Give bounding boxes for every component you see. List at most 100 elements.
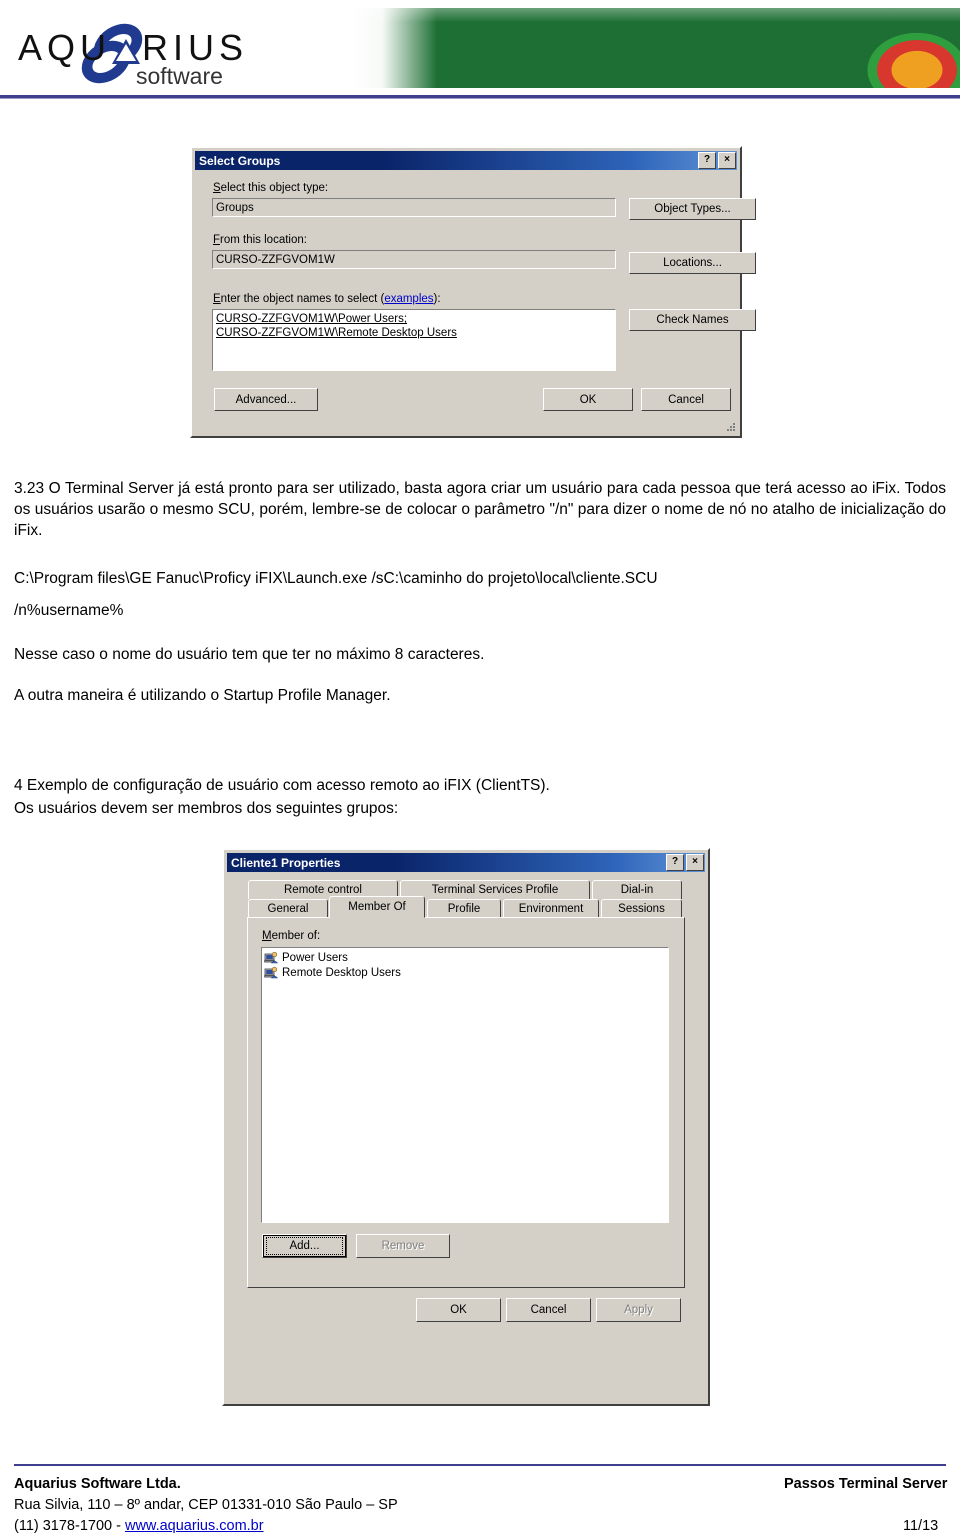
command-line-2: /n%username%	[14, 602, 124, 619]
advanced-button-label: Advanced...	[235, 393, 297, 406]
footer-doc-title: Passos Terminal Server	[784, 1476, 948, 1492]
tab-terminal-services-profile-label: Terminal Services Profile	[431, 884, 559, 896]
help-icon[interactable]: ?	[666, 854, 684, 871]
command-line-1: C:\Program files\GE Fanuc\Proficy iFIX\L…	[14, 570, 658, 587]
object-names-label-pre: nter the object names to select (	[220, 293, 385, 305]
member-of-label-rest: ember of:	[271, 930, 321, 942]
remove-button-label: Remove	[381, 1240, 425, 1252]
tab-general-label: General	[267, 903, 309, 915]
paragraph-2: Nesse caso o nome do usuário tem que ter…	[14, 646, 485, 663]
cliente1-properties-dialog: Cliente1 Properties ? × Remote control T…	[222, 848, 710, 1406]
locations-button-label: Locations...	[663, 257, 722, 269]
ok-button-label: OK	[579, 393, 597, 406]
object-names-line-1: CURSO-ZZFGVOM1W\Power Users;	[216, 313, 408, 325]
ok-button[interactable]: OK	[543, 388, 633, 411]
svg-text:RIUS: RIUS	[142, 27, 248, 68]
footer-website-link[interactable]: www.aquarius.com.br	[125, 1518, 264, 1534]
cliente1-titlebar[interactable]: Cliente1 Properties ? ×	[227, 853, 705, 872]
group-icon	[264, 951, 279, 964]
list-item[interactable]: Power Users	[264, 950, 666, 965]
object-type-label-rest: elect this object type:	[220, 182, 329, 194]
cancel-button-label: Cancel	[530, 1304, 567, 1316]
add-button[interactable]: Add...	[262, 1234, 347, 1258]
location-label: From this location:	[213, 234, 307, 246]
member-name: Power Users	[282, 951, 348, 964]
advanced-button[interactable]: Advanced...	[214, 388, 318, 411]
object-type-field[interactable]: Groups	[212, 198, 616, 217]
add-button-label: Add...	[289, 1240, 320, 1252]
cancel-button-label: Cancel	[668, 393, 704, 406]
examples-link[interactable]: examples	[384, 293, 433, 305]
abstract-paint-banner	[352, 8, 960, 88]
tab-general[interactable]: General	[248, 899, 328, 918]
location-field[interactable]: CURSO-ZZFGVOM1W	[212, 250, 616, 269]
object-types-button[interactable]: Object Types...	[629, 198, 756, 220]
location-value: CURSO-ZZFGVOM1W	[216, 253, 335, 266]
tab-environment[interactable]: Environment	[503, 899, 599, 918]
footer-contact: (11) 3178-1700 - www.aquarius.com.br	[14, 1518, 264, 1534]
object-type-value: Groups	[216, 201, 254, 214]
member-of-listbox[interactable]: Power Users Remote Desktop Users	[261, 947, 669, 1223]
aquarius-logo-svg: AQU RIUS software	[18, 23, 248, 89]
add-button-inner: Add...	[266, 1237, 343, 1255]
cancel-button[interactable]: Cancel	[641, 388, 731, 411]
locations-button[interactable]: Locations...	[629, 252, 756, 274]
tab-remote-control-label: Remote control	[284, 884, 362, 896]
member-of-label-accel: M	[262, 930, 272, 942]
tab-dial-in[interactable]: Dial-in	[592, 880, 682, 899]
object-type-label: Select this object type:	[213, 182, 328, 194]
select-groups-dialog: Select Groups ? × Select this object typ…	[190, 146, 756, 438]
tab-member-of[interactable]: Member Of	[329, 896, 425, 918]
svg-text:AQU: AQU	[18, 27, 111, 68]
check-names-button-label: Check Names	[656, 314, 729, 326]
tab-terminal-services-profile[interactable]: Terminal Services Profile	[400, 880, 590, 899]
paragraph-5: Os usuários devem ser membros dos seguin…	[14, 800, 399, 817]
tab-profile-label: Profile	[447, 903, 481, 915]
object-names-line-2: CURSO-ZZFGVOM1W\Remote Desktop Users	[216, 327, 457, 339]
check-names-button[interactable]: Check Names	[629, 309, 756, 331]
select-groups-titlebar[interactable]: Select Groups ? ×	[195, 151, 737, 170]
close-icon[interactable]: ×	[718, 152, 736, 169]
list-item[interactable]: Remote Desktop Users	[264, 965, 666, 980]
location-label-rest: rom this location:	[220, 234, 307, 246]
footer-page-number: 11/13	[903, 1518, 939, 1534]
cliente1-title: Cliente1 Properties	[231, 855, 341, 870]
location-label-accel: F	[213, 234, 221, 246]
group-icon-svg	[264, 966, 279, 979]
tab-profile[interactable]: Profile	[427, 899, 501, 918]
ok-button[interactable]: OK	[416, 1298, 501, 1322]
object-names-label-post: ):	[433, 293, 441, 305]
member-of-tab-panel: Member of: Power Users Remote Desktop Us…	[247, 917, 685, 1288]
paragraph-1: 3.23 O Terminal Server já está pronto pa…	[14, 480, 946, 539]
member-name: Remote Desktop Users	[282, 966, 401, 979]
tab-member-of-label: Member Of	[348, 901, 406, 913]
paragraph-3: A outra maneira é utilizando o Startup P…	[14, 687, 391, 704]
tab-environment-label: Environment	[518, 903, 584, 915]
help-icon[interactable]: ?	[698, 152, 716, 169]
object-names-textarea[interactable]: CURSO-ZZFGVOM1W\Power Users; CURSO-ZZFGV…	[212, 309, 616, 371]
object-names-label: Enter the object names to select (exampl…	[213, 293, 441, 305]
apply-button: Apply	[596, 1298, 681, 1322]
group-icon	[264, 966, 279, 979]
object-types-button-label: Object Types...	[654, 203, 731, 215]
tab-sessions[interactable]: Sessions	[601, 899, 682, 918]
group-icon-svg	[264, 951, 279, 964]
paragraph-4: 4 Exemplo de configuração de usuário com…	[14, 777, 550, 794]
select-groups-title: Select Groups	[199, 153, 281, 168]
cancel-button[interactable]: Cancel	[506, 1298, 591, 1322]
page-header: AQU RIUS software	[0, 0, 960, 96]
close-icon[interactable]: ×	[686, 854, 704, 871]
ok-button-label: OK	[450, 1304, 467, 1316]
svg-text:software: software	[136, 63, 223, 89]
footer-address: Rua Silvia, 110 – 8º andar, CEP 01331-01…	[14, 1497, 398, 1513]
object-type-label-accel: S	[213, 182, 221, 194]
apply-button-label: Apply	[624, 1304, 653, 1316]
member-of-label: Member of:	[262, 930, 320, 942]
header-divider-light	[0, 98, 960, 99]
object-names-label-accel: E	[213, 293, 221, 305]
resize-grip-icon[interactable]	[725, 421, 737, 433]
footer-company: Aquarius Software Ltda.	[14, 1476, 181, 1492]
footer-divider	[14, 1464, 946, 1466]
remove-button: Remove	[356, 1234, 450, 1258]
aquarius-logo: AQU RIUS software	[14, 18, 264, 90]
